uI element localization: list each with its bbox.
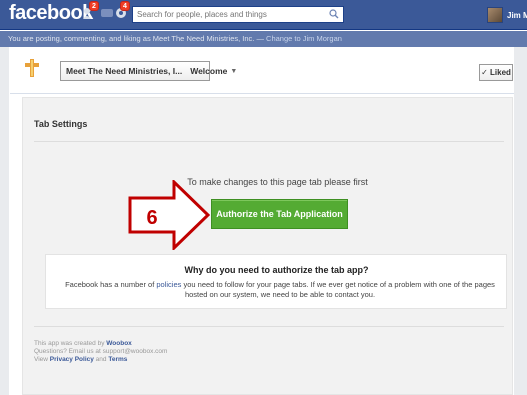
posting-as-bar: You are posting, commenting, and liking … xyxy=(0,31,527,47)
privacy-policy-link[interactable]: Privacy Policy xyxy=(50,356,94,363)
user-name: Jim Morg xyxy=(507,10,527,20)
and-text: and xyxy=(93,356,109,363)
avatar xyxy=(487,7,503,23)
app-footer: This app was created by Woobox Questions… xyxy=(34,340,167,364)
posting-as-text: You are posting, commenting, and liking … xyxy=(8,34,267,43)
tab-name: Welcome xyxy=(190,66,228,76)
step-arrow-annotation: 6 xyxy=(128,180,210,250)
change-identity-link[interactable]: Change to Jim Morgan xyxy=(266,34,342,43)
arrow-shape xyxy=(128,180,210,250)
divider xyxy=(34,141,504,142)
why-text: Facebook has a number of policies you ne… xyxy=(55,280,505,300)
created-by-prefix: This app was created by xyxy=(34,340,107,347)
search-icon[interactable] xyxy=(329,9,339,19)
friend-requests-badge: 2 xyxy=(89,1,99,11)
page-cross-icon[interactable] xyxy=(23,58,41,78)
divider xyxy=(34,326,504,327)
why-text-after: you need to follow for your page tabs. I… xyxy=(181,280,495,299)
search-box[interactable] xyxy=(132,6,344,23)
liked-button[interactable]: ✓ Liked xyxy=(479,64,513,81)
policies-link[interactable]: policies xyxy=(156,280,181,289)
left-gutter xyxy=(0,47,9,395)
authorize-tab-app-button[interactable]: Authorize the Tab Application xyxy=(211,199,348,229)
notifications-badge: 4 xyxy=(120,1,130,11)
search-input[interactable] xyxy=(133,7,323,22)
page-title: Tab Settings xyxy=(34,119,88,129)
messages-icon[interactable] xyxy=(100,6,114,20)
why-title: Why do you need to authorize the tab app… xyxy=(184,265,369,275)
view-prefix: View xyxy=(34,356,50,363)
right-gutter xyxy=(514,47,527,395)
user-profile-link[interactable]: Jim Morg xyxy=(487,6,527,24)
step-number: 6 xyxy=(146,207,157,229)
woobox-link[interactable]: Woobox xyxy=(106,340,132,347)
facebook-logo[interactable]: facebook xyxy=(9,2,93,25)
policy-line: View Privacy Policy and Terms xyxy=(34,356,167,364)
terms-link[interactable]: Terms xyxy=(108,356,127,363)
page-tab-selector[interactable]: Meet The Need Ministries, I... Welcome ▼ xyxy=(60,61,237,81)
chevron-down-icon: ▼ xyxy=(230,67,238,75)
instruction-text: To make changes to this page tab please … xyxy=(187,177,368,187)
created-by-line: This app was created by Woobox xyxy=(34,340,167,348)
questions-line: Questions? Email us at support@woobox.co… xyxy=(34,348,168,355)
why-text-before: Facebook has a number of xyxy=(65,280,157,289)
top-bar: facebook 2 4 Jim Morg xyxy=(0,0,527,30)
page-name: Meet The Need Ministries, I... xyxy=(66,66,183,76)
